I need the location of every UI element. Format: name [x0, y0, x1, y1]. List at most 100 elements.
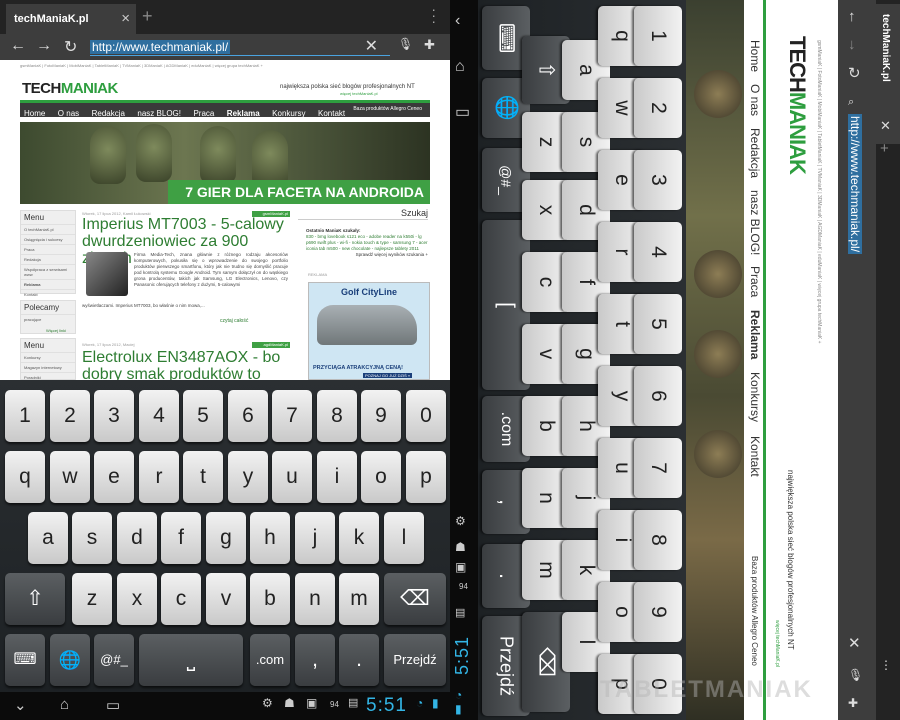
tab-close-icon[interactable]: ×	[121, 10, 130, 27]
back-icon[interactable]: ↑	[848, 8, 856, 25]
menu-overflow-icon[interactable]: ⋮	[880, 658, 892, 672]
sidebar-item[interactable]: Redakcja	[21, 254, 75, 264]
key-0[interactable]: 0	[406, 390, 446, 442]
nav-home-icon[interactable]: ⌂	[60, 696, 69, 713]
menu-item-redakcja[interactable]: Redakcja	[88, 106, 129, 121]
key-1[interactable]: 1	[634, 6, 682, 66]
key-t[interactable]: t	[183, 451, 223, 503]
key-3[interactable]: 3	[634, 150, 682, 210]
sidebar-item[interactable]: Kontakt	[21, 289, 75, 299]
forward-icon[interactable]: ↓	[848, 36, 856, 53]
site-logo[interactable]: TECHMANIAK	[22, 80, 118, 97]
sidebar-item[interactable]: Praca	[21, 244, 75, 254]
mic-icon[interactable]: 🎙	[398, 37, 413, 51]
sidebar-item[interactable]: pracujące	[21, 314, 75, 324]
menu-item-konkursy[interactable]: Konkursy	[268, 106, 309, 121]
sidebar-item[interactable]: Współpraca z serwisami www	[21, 264, 75, 279]
clear-icon[interactable]: ✕	[363, 36, 380, 56]
clock[interactable]: 5:51	[366, 695, 407, 717]
sidebar-item[interactable]: Reklama	[21, 279, 75, 289]
menu-item-redakcja[interactable]: Redakcja	[748, 128, 762, 178]
menu-overflow-icon[interactable]: · · ·	[431, 2, 436, 28]
key-7[interactable]: 7	[634, 438, 682, 498]
tab-close-icon[interactable]: ✕	[880, 118, 891, 134]
key-z[interactable]: z	[72, 573, 112, 625]
car-ad[interactable]: Golf CityLine PRZYCIĄGA ATRAKCYJNĄ CENĄ!…	[308, 282, 430, 380]
key-l[interactable]: l	[384, 512, 424, 564]
sidebar-item[interactable]: Poradniki	[21, 372, 75, 380]
refresh-icon[interactable]: ↻	[64, 37, 77, 57]
period-key[interactable]: .	[339, 634, 379, 686]
key-x[interactable]: x	[117, 573, 157, 625]
dotcom-key[interactable]: .com	[250, 634, 290, 686]
read-more-link[interactable]: czytaj całość	[220, 318, 248, 324]
key-e[interactable]: e	[94, 451, 134, 503]
menu-item-praca[interactable]: Praca	[189, 106, 218, 121]
menu-item-reklama[interactable]: Reklama	[223, 106, 264, 121]
url-text[interactable]: http://www.techmaniak.pl/	[848, 114, 862, 255]
menu-right-links[interactable]: Baza produktów Allegro Ceneo	[750, 556, 759, 666]
refresh-icon[interactable]: ↻	[848, 64, 861, 82]
comma-key[interactable]: ,	[295, 634, 335, 686]
key-2[interactable]: 2	[50, 390, 90, 442]
nav-recent-icon[interactable]: ▭	[106, 696, 120, 714]
key-3[interactable]: 3	[94, 390, 134, 442]
menu-item-kontakt[interactable]: Kontakt	[748, 436, 762, 477]
new-tab-icon[interactable]: +	[142, 6, 153, 27]
url-input[interactable]: http://www.techmaniak.pl/ ✕	[90, 38, 390, 56]
key-d[interactable]: d	[117, 512, 157, 564]
bookmark-icon[interactable]: ✚	[848, 696, 858, 710]
key-6[interactable]: 6	[228, 390, 268, 442]
go-key[interactable]: Przejdź	[384, 634, 446, 686]
network-links[interactable]: gsmManiaK | FotoManiaK | MobiManiaK | Ta…	[20, 63, 263, 68]
key-8[interactable]: 8	[634, 510, 682, 570]
menu-item-blog[interactable]: nasz BLOG!	[748, 190, 762, 255]
tagline-link[interactable]: więcej techManiaK.pl	[774, 620, 780, 667]
nav-back-icon[interactable]: ‹	[455, 12, 460, 30]
key-9[interactable]: 9	[361, 390, 401, 442]
tagline-link[interactable]: więcej techManiaK.pl	[340, 91, 378, 96]
url-text[interactable]: http://www.techmaniak.pl/	[90, 40, 231, 54]
banner-ad[interactable]: 7 GIER DLA FACETA NA ANDROIDA	[20, 122, 430, 204]
key-n[interactable]: n	[295, 573, 335, 625]
sidebar-item[interactable]: Konkursy	[21, 352, 75, 362]
menu-item-home[interactable]: Home	[20, 106, 49, 121]
key-w[interactable]: w	[50, 451, 90, 503]
key-c[interactable]: c	[161, 573, 201, 625]
sidebar-more-link[interactable]: Więcej linki	[46, 328, 66, 333]
keyboard-icon[interactable]: ⌨	[5, 634, 45, 686]
menu-item-reklama[interactable]: Reklama	[748, 310, 762, 359]
browser-tab[interactable]: techManiaK.pl ×	[6, 4, 136, 34]
menu-item-o-nas[interactable]: O nas	[748, 84, 762, 116]
key-p[interactable]: p	[406, 451, 446, 503]
key-q[interactable]: q	[5, 451, 45, 503]
mic-icon[interactable]: 🎙	[848, 668, 863, 682]
recent-searches-more[interactable]: Sprawdź więcej wyników szukania +	[306, 252, 428, 258]
menu-item-o-nas[interactable]: O nas	[54, 106, 83, 121]
key-5[interactable]: 5	[634, 294, 682, 354]
menu-item-blog[interactable]: nasz BLOG!	[133, 106, 185, 121]
menu-item-praca[interactable]: Praca	[748, 266, 762, 297]
search-box[interactable]: Szukaj	[298, 208, 428, 220]
key-v[interactable]: v	[206, 573, 246, 625]
recent-searches-links[interactable]: 830 - bmg lovebook s121 eco - adobe read…	[306, 234, 428, 251]
key-8[interactable]: 8	[317, 390, 357, 442]
key-a[interactable]: a	[28, 512, 68, 564]
menu-item-home[interactable]: Home	[748, 40, 762, 72]
site-logo[interactable]: TECHMANIAK	[784, 36, 810, 174]
key-h[interactable]: h	[250, 512, 290, 564]
article-badge[interactable]: agdManiaK.pl	[252, 342, 290, 348]
shift-key[interactable]: ⇧	[5, 573, 65, 625]
key-f[interactable]: f	[161, 512, 201, 564]
key-g[interactable]: g	[206, 512, 246, 564]
backspace-key[interactable]: ⌫	[384, 573, 446, 625]
key-u[interactable]: u	[272, 451, 312, 503]
sidebar-item[interactable]: Osiągnięcia i sukcesy	[21, 234, 75, 244]
nav-recent-icon[interactable]: ▭	[455, 102, 470, 122]
article-image[interactable]	[86, 252, 128, 296]
nav-home-icon[interactable]: ⌂	[455, 58, 465, 76]
forward-icon[interactable]: →	[36, 37, 52, 55]
menu-right-links[interactable]: Baza produktów Allegro Ceneo	[349, 103, 426, 115]
bookmark-icon[interactable]: ✚	[424, 37, 435, 53]
key-1[interactable]: 1	[5, 390, 45, 442]
